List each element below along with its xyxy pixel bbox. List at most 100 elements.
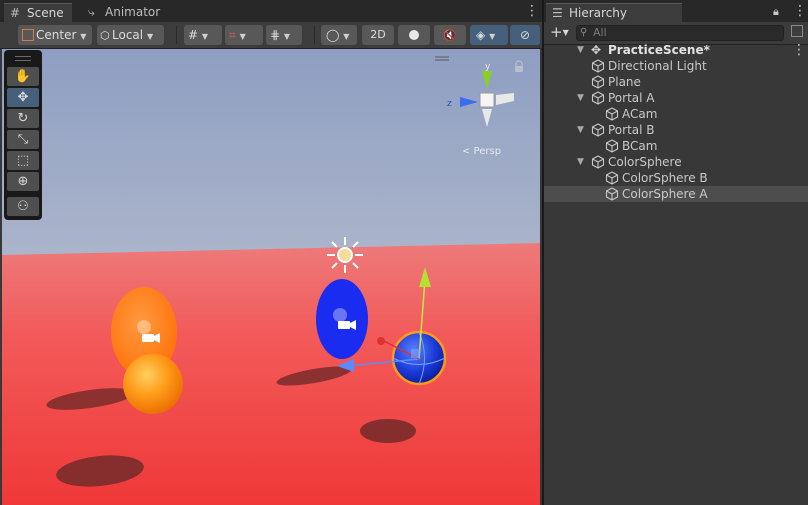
hierarchy-item-label: ColorSphere B <box>622 171 708 185</box>
chevron-down-icon: ▼ <box>343 32 350 41</box>
rect-transform-icon: ⬚ <box>16 153 30 168</box>
expand-arrow-icon[interactable]: ▼ <box>577 90 587 106</box>
search-icon: ⚲ <box>580 27 588 38</box>
tab-scene[interactable]: # Scene <box>4 3 72 23</box>
grid-icon: # <box>188 28 199 42</box>
hierarchy-item-label: ColorSphere A <box>622 187 708 201</box>
draw-mode-dropdown[interactable]: ◯ ▼ <box>321 25 357 45</box>
chevron-down-icon: ▼ <box>80 32 87 41</box>
rotate-icon: ↻ <box>17 111 29 126</box>
cube-icon: ⬡ <box>100 29 110 42</box>
plus-icon: + <box>550 23 563 41</box>
effects-layers-icon: ◈ <box>476 28 486 42</box>
transform-tool-button[interactable]: ⊕ <box>7 172 39 191</box>
expand-arrow-icon[interactable]: ▼ <box>577 154 587 170</box>
animator-icon: ⤷ <box>88 5 95 19</box>
chevron-down-icon: ▼ <box>239 32 246 41</box>
hierarchy-search-input[interactable]: ⚲ All <box>576 25 784 41</box>
scene-panel: # Scene ⤷ Animator ⋮ Center ▼ ⬡ Local ▼ # ▼… <box>0 0 542 505</box>
search-filter-icon[interactable] <box>791 25 803 37</box>
eye-slash-icon: ⊘ <box>519 28 531 42</box>
hierarchy-item[interactable]: ColorSphere B <box>544 170 808 186</box>
mute-speaker-icon: 🔇 <box>443 29 457 42</box>
lock-icon[interactable]: 🔒︎ <box>773 5 779 19</box>
hierarchy-item-label: BCam <box>622 139 658 153</box>
chevron-down-icon: ▼ <box>562 28 569 37</box>
hierarchy-menu-icon[interactable]: ⋮ <box>793 4 807 18</box>
custom-tools-icon: ⚇ <box>17 199 29 214</box>
space-dropdown[interactable]: ⬡ Local ▼ <box>97 25 164 45</box>
effects-toggle-button[interactable]: ◈ ▼ <box>470 25 508 45</box>
hierarchy-item-label: ACam <box>622 107 658 121</box>
hand-tool-button[interactable]: ✋ <box>7 67 39 86</box>
directional-light-icon <box>327 237 363 273</box>
pivot-icon <box>22 29 34 41</box>
axis-z-label: z <box>447 99 452 109</box>
snap-settings-button[interactable]: ⌗ ▼ <box>225 25 263 45</box>
grid-visibility-button[interactable]: # ▼ <box>184 25 222 45</box>
hierarchy-item[interactable]: Directional Light <box>544 58 808 74</box>
snap-grid-icon: ⌗ <box>229 28 236 42</box>
rect-tool-button[interactable]: ⬚ <box>7 151 39 170</box>
increment-snap-button[interactable]: ⋕ ▼ <box>266 25 302 45</box>
lightbulb-icon <box>409 30 419 40</box>
scene-tab-bar: # Scene ⤷ Animator ⋮ <box>0 0 542 23</box>
pivot-dropdown[interactable]: Center ▼ <box>18 25 92 45</box>
hierarchy-tab-bar: ☰ Hierarchy 🔒︎ ⋮ <box>544 0 808 23</box>
shaded-sphere-icon: ◯ <box>326 28 340 42</box>
scale-icon: ⤡ <box>17 132 29 147</box>
tool-palette: ✋ ✥ ↻ ⤡ ⬚ ⊕ ⚇ <box>4 50 42 220</box>
rotate-tool-button[interactable]: ↻ <box>7 109 39 128</box>
scale-tool-button[interactable]: ⤡ <box>7 130 39 149</box>
hierarchy-item-label: Directional Light <box>608 59 707 73</box>
gameobject-cube-icon <box>591 123 605 137</box>
move-tool-button[interactable]: ✥ <box>7 88 39 107</box>
hierarchy-item[interactable]: ACam <box>544 106 808 122</box>
hierarchy-item[interactable]: ▼ Portal B <box>544 122 808 138</box>
expand-arrow-icon[interactable]: ▼ <box>577 122 587 138</box>
hierarchy-item[interactable]: ▼ Portal A <box>544 90 808 106</box>
grid-icon: # <box>10 6 21 20</box>
audio-toggle-button[interactable]: 🔇 <box>434 25 466 45</box>
gameobject-cube-icon <box>591 155 605 169</box>
scene-viewport[interactable]: y z < Persp <box>2 49 540 505</box>
custom-tool-button[interactable]: ⚇ <box>7 197 39 216</box>
expand-arrow-icon[interactable]: ▼ <box>577 42 587 58</box>
gameobject-cube-icon <box>591 91 605 105</box>
scene-toolbar: Center ▼ ⬡ Local ▼ # ▼ ⌗ ▼ ⋕ ▼ ◯ ▼ 2D 🔇 … <box>0 22 542 49</box>
hierarchy-scene-row[interactable]: ▼ ✥ PracticeScene* ⋮ <box>544 42 808 58</box>
lighting-toggle-button[interactable] <box>398 25 430 45</box>
toolbar-divider <box>176 26 177 44</box>
2d-toggle-button[interactable]: 2D <box>362 25 394 45</box>
chevron-down-icon: ▼ <box>283 32 291 41</box>
hierarchy-panel: ☰ Hierarchy 🔒︎ ⋮ +▼ ⚲ All ▼ ✥ PracticeSce… <box>544 0 808 505</box>
ruler-icon: ⋕ <box>270 28 281 42</box>
gameobject-cube-icon <box>591 75 605 89</box>
chevron-down-icon: ▼ <box>201 32 209 41</box>
gameobject-cube-icon <box>591 59 605 73</box>
palette-drag-handle[interactable] <box>15 56 31 61</box>
hierarchy-item-label: Plane <box>608 75 641 89</box>
axis-y-label: y <box>485 62 491 72</box>
gameobject-cube-icon <box>605 107 619 121</box>
projection-label[interactable]: < Persp <box>462 146 501 157</box>
chevron-down-icon: ▼ <box>489 32 496 41</box>
hierarchy-item[interactable]: Plane <box>544 74 808 90</box>
hierarchy-item[interactable]: ColorSphere A <box>544 186 808 202</box>
tab-hierarchy[interactable]: ☰ Hierarchy <box>546 3 682 23</box>
scene-visibility-button[interactable]: ⊘ <box>510 25 540 45</box>
hierarchy-item-label: Portal A <box>608 91 655 105</box>
gameobject-cube-icon <box>605 187 619 201</box>
scene-render: y z < Persp <box>2 49 540 505</box>
toolbar-divider <box>314 26 315 44</box>
create-button[interactable]: +▼ <box>550 23 569 41</box>
gameobject-cube-icon <box>605 139 619 153</box>
hand-icon: ✋ <box>14 69 32 84</box>
scene-options-icon[interactable]: ⋮ <box>792 43 806 57</box>
hierarchy-item-label: Portal B <box>608 123 655 137</box>
transform-icon: ⊕ <box>17 174 29 189</box>
hierarchy-item[interactable]: BCam <box>544 138 808 154</box>
hierarchy-item[interactable]: ▼ ColorSphere <box>544 154 808 170</box>
scene-menu-icon[interactable]: ⋮ <box>525 4 539 18</box>
tab-animator[interactable]: ⤷ Animator <box>82 3 168 22</box>
